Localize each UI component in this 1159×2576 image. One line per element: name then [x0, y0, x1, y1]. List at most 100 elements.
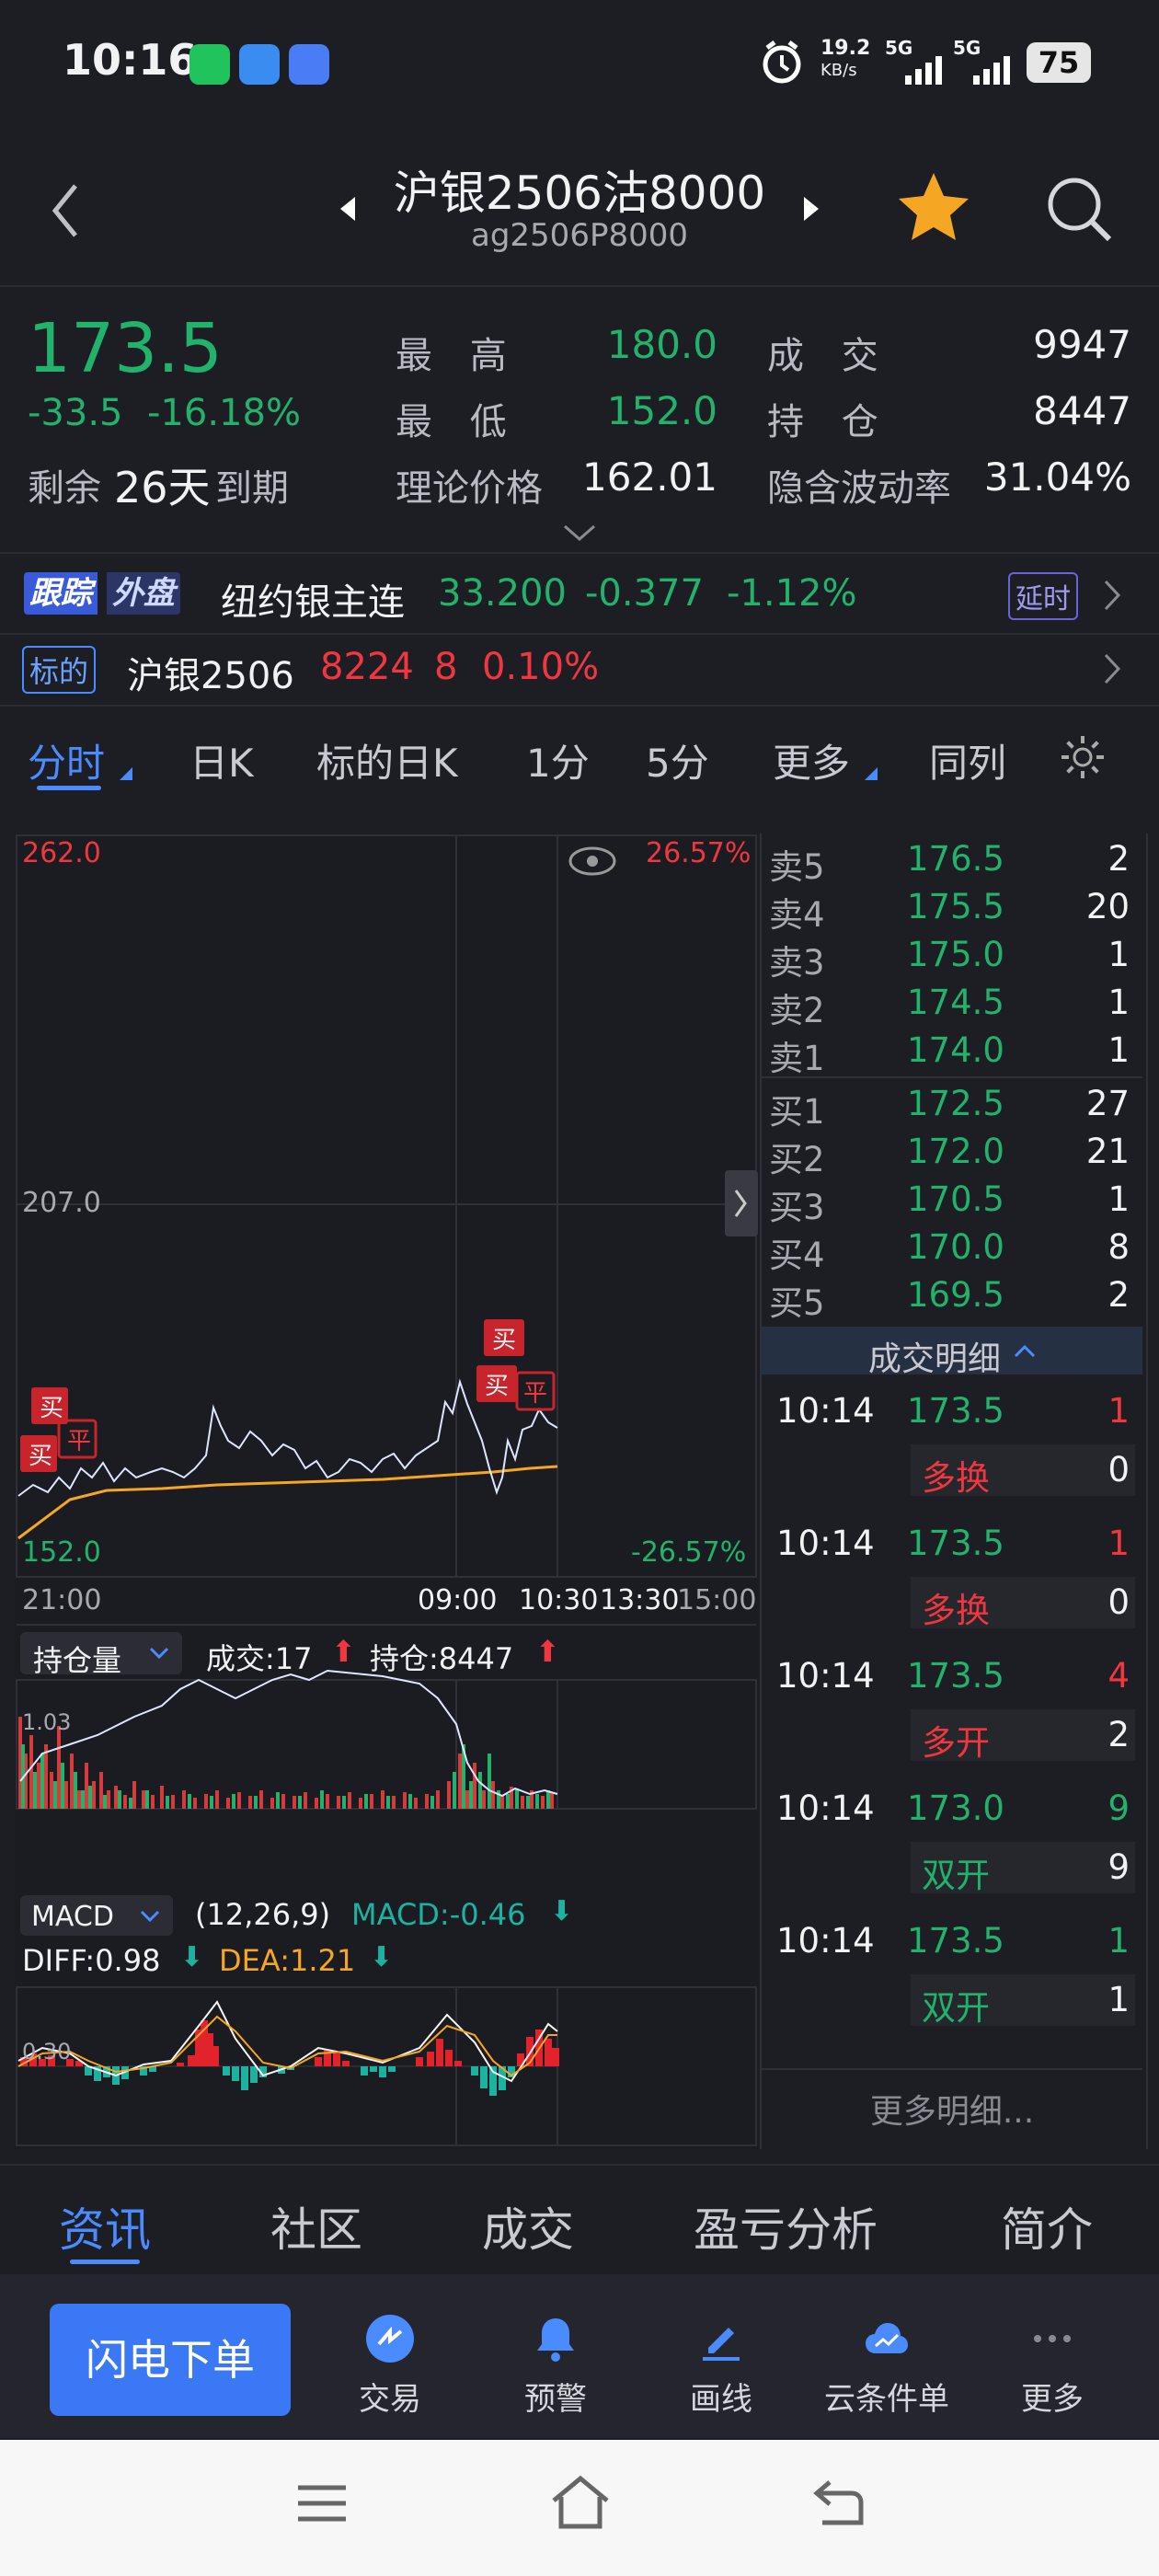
- active-tab-indicator: [37, 786, 101, 790]
- remaining-label: 剩余: [28, 467, 101, 510]
- order-book: 卖5 176.5 2 卖4 175.5 20 卖3 175.0 1 卖2 174…: [760, 834, 1148, 2149]
- trade-type: 双开: [922, 1856, 990, 1895]
- tab-pnl-analysis[interactable]: 盈亏分析: [694, 2193, 878, 2260]
- high-label: 最 高: [396, 335, 520, 377]
- alert-button[interactable]: 预警: [491, 2313, 620, 2419]
- expand-chevron-icon[interactable]: [561, 523, 598, 543]
- trade-detail-header[interactable]: 成交明细: [762, 1327, 1142, 1378]
- chevron-down-icon: [149, 1647, 169, 1660]
- bid-label: 买3: [769, 1188, 825, 1227]
- prev-contract-icon[interactable]: [337, 195, 357, 223]
- trade-icon: [366, 2315, 414, 2363]
- buy-marker: 买: [484, 1373, 509, 1400]
- bid-price: 172.0: [907, 1132, 1004, 1171]
- tab-more[interactable]: 更多: [773, 732, 850, 788]
- trade-price: 173.5: [907, 1524, 1004, 1563]
- low-label: 最 低: [396, 401, 520, 443]
- tracking-pct: -1.12%: [727, 572, 857, 615]
- oi-label: 持 仓: [767, 401, 891, 443]
- tab-1min[interactable]: 1分: [526, 732, 590, 788]
- time-axis-end: 15:00: [677, 1584, 757, 1616]
- tab-underlying-daily-k[interactable]: 标的日K: [316, 732, 458, 788]
- ask-label: 卖2: [769, 991, 825, 1030]
- tracking-badge: 跟踪: [24, 572, 98, 615]
- ask-label: 卖4: [769, 895, 825, 935]
- trade-price: 173.5: [907, 1656, 1004, 1696]
- active-tab-indicator: [70, 2260, 140, 2264]
- signal-icon: [905, 56, 942, 85]
- sub-indicator-selector[interactable]: 持仓量: [20, 1632, 182, 1678]
- macd-selector[interactable]: MACD: [20, 1895, 173, 1936]
- tab-news[interactable]: 资讯: [59, 2193, 151, 2260]
- more-button[interactable]: 更多: [988, 2313, 1117, 2419]
- time-axis-1030: 10:30: [519, 1584, 599, 1616]
- net-speed: 19.2: [820, 37, 871, 60]
- underlying-name: 沪银2506: [127, 655, 294, 697]
- trade-time: 10:14: [776, 1391, 875, 1431]
- more-trades-link[interactable]: 更多明细...: [762, 2085, 1142, 2133]
- tracking-name: 纽约银主连: [221, 581, 405, 624]
- y-axis-top: 262.0: [22, 837, 101, 869]
- chart-area[interactable]: 262.0 26.57% 207.0 152.0 -26.57% 买 平 买 买…: [15, 834, 758, 2149]
- bid-price: 172.5: [907, 1084, 1004, 1123]
- iv-value: 31.04%: [983, 454, 1131, 500]
- pct-axis-top: 26.57%: [646, 837, 752, 869]
- back-icon[interactable]: [48, 180, 85, 241]
- next-contract-icon[interactable]: [802, 195, 822, 223]
- sub-axis-label: 1.03: [22, 1709, 72, 1735]
- trade-volume: 9: [1107, 1788, 1130, 1828]
- tab-trades[interactable]: 成交: [482, 2193, 574, 2260]
- cloud-order-button[interactable]: 云条件单: [822, 2313, 951, 2419]
- trade-price: 173.0: [907, 1788, 1004, 1828]
- favorite-star-icon[interactable]: [896, 169, 971, 243]
- volume-bars: [18, 1717, 554, 1809]
- battery-icon: 75: [1027, 42, 1091, 83]
- dropdown-corner-icon: [120, 767, 132, 780]
- ask-price: 175.5: [907, 887, 1004, 926]
- chart-tabs: 分时 日K 标的日K 1分 5分 更多 同列: [0, 708, 1159, 815]
- ask-price: 175.0: [907, 935, 1004, 974]
- chevron-up-icon: [1014, 1344, 1036, 1358]
- eye-icon: [568, 846, 616, 876]
- cloud-icon: [866, 2323, 908, 2353]
- expiry-label: 到期: [215, 467, 289, 510]
- underlying-row[interactable]: 标的 沪银2506 8224 8 0.10%: [0, 635, 1159, 707]
- price-change-pct: -16.18%: [147, 392, 301, 434]
- underlying-badge: 标的: [22, 646, 97, 694]
- back-nav-icon[interactable]: [809, 2477, 868, 2530]
- flash-order-button[interactable]: 闪电下单: [50, 2304, 291, 2416]
- tab-timeshare[interactable]: 分时: [28, 732, 105, 788]
- menu-icon[interactable]: [296, 2480, 348, 2526]
- theory-label: 理论价格: [396, 467, 543, 510]
- bid-volume: 2: [1107, 1275, 1130, 1315]
- trade-button[interactable]: 交易: [326, 2313, 454, 2419]
- diff-value: DIFF:0.98: [22, 1943, 161, 1978]
- delay-badge: 延时: [1008, 572, 1078, 620]
- tab-intro[interactable]: 简介: [1001, 2193, 1093, 2260]
- down-arrow-icon: ⬇: [180, 1941, 204, 1973]
- trade-type: 双开: [922, 1988, 990, 2028]
- contract-code: ag2506P8000: [471, 217, 688, 254]
- draw-line-button[interactable]: 画线: [657, 2313, 786, 2419]
- tab-same-series[interactable]: 同列: [929, 732, 1006, 788]
- trade-type: 多开: [922, 1723, 990, 1763]
- tracking-price: 33.200: [438, 572, 567, 615]
- tracking-row[interactable]: 跟踪 外盘 纽约银主连 33.200 -0.377 -1.12% 延时: [0, 556, 1159, 635]
- trade-volume: 1: [1107, 1921, 1130, 1961]
- trade-volume: 4: [1107, 1656, 1130, 1696]
- trade-oi-change: 0: [1107, 1450, 1130, 1489]
- bid-volume: 8: [1107, 1227, 1130, 1267]
- settings-gear-icon[interactable]: [1058, 732, 1107, 782]
- page-title: 沪银2506沽8000: [393, 167, 766, 220]
- home-icon[interactable]: [548, 2473, 613, 2532]
- tab-5min[interactable]: 5分: [646, 732, 709, 788]
- volume-label: 成 交: [767, 335, 891, 377]
- chevron-down-icon: [140, 1910, 160, 1923]
- search-icon[interactable]: [1043, 173, 1117, 247]
- time-axis-1330: 13:30: [600, 1584, 680, 1616]
- trade-time: 10:14: [776, 1921, 875, 1961]
- tab-community[interactable]: 社区: [270, 2193, 362, 2260]
- ask-volume: 1: [1107, 983, 1130, 1022]
- tab-daily-k[interactable]: 日K: [189, 732, 254, 788]
- trade-time: 10:14: [776, 1656, 875, 1696]
